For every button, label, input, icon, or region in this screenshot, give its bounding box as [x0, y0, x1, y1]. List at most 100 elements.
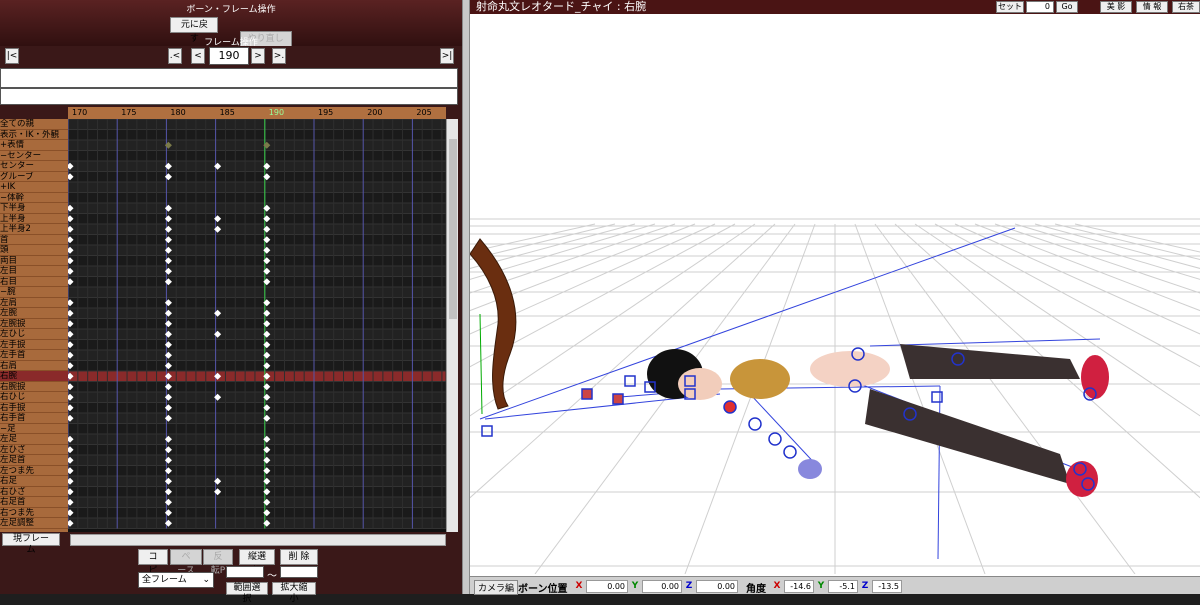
timeline-vscroll[interactable]: [446, 119, 458, 532]
track-row[interactable]: [68, 171, 446, 183]
track-name[interactable]: 首: [0, 235, 68, 245]
track-name[interactable]: 左肩: [0, 298, 68, 308]
vscroll-thumb[interactable]: [449, 139, 457, 319]
track-name[interactable]: 両目: [0, 256, 68, 266]
track-row[interactable]: [68, 496, 446, 508]
go-button[interactable]: Go: [1056, 1, 1078, 13]
track-name[interactable]: 頭: [0, 245, 68, 256]
scene-svg[interactable]: [470, 14, 1200, 574]
track-name[interactable]: 左足首: [0, 455, 68, 466]
first-frame-button[interactable]: |<: [5, 48, 19, 64]
track-name[interactable]: 右手首: [0, 413, 68, 424]
track-name[interactable]: 右肩: [0, 361, 68, 371]
track-name[interactable]: 右足首: [0, 497, 68, 508]
copy-button[interactable]: コピー: [138, 549, 168, 590]
track-name[interactable]: −センター: [0, 151, 68, 161]
track-row[interactable]: [68, 412, 446, 424]
track-row[interactable]: [68, 507, 446, 519]
track-row[interactable]: [68, 370, 446, 382]
ang-y-input[interactable]: -5.1: [828, 580, 858, 593]
track-name[interactable]: −腕: [0, 287, 68, 298]
track-name[interactable]: 右つま先: [0, 508, 68, 518]
current-frame-button[interactable]: 現フレーム: [2, 533, 60, 555]
track-row[interactable]: [68, 119, 446, 130]
track-row[interactable]: [68, 265, 446, 277]
track-row[interactable]: [68, 454, 446, 466]
track-name[interactable]: −体幹: [0, 193, 68, 203]
track-name[interactable]: 右目: [0, 277, 68, 287]
info-button[interactable]: 情 報: [1136, 1, 1168, 13]
frame-number-input[interactable]: 190: [209, 47, 249, 65]
track-name[interactable]: 左手捩: [0, 340, 68, 350]
track-row[interactable]: [68, 213, 446, 225]
reverse-paste-button[interactable]: 反転P: [203, 549, 233, 576]
ang-x-input[interactable]: -14.6: [784, 580, 814, 593]
next-frame-button[interactable]: >: [251, 48, 265, 64]
ang-z-input[interactable]: -13.5: [872, 580, 902, 593]
next-key-button[interactable]: >.: [272, 48, 286, 64]
track-row[interactable]: [68, 234, 446, 246]
vertical-select-button[interactable]: 縦選択: [239, 549, 275, 576]
range-start-input[interactable]: [226, 566, 264, 578]
track-name[interactable]: −足: [0, 424, 68, 434]
delete-button[interactable]: 削 除: [280, 549, 318, 565]
right-button[interactable]: 右茶: [1172, 1, 1200, 13]
track-name[interactable]: 左つま先: [0, 466, 68, 476]
track-row[interactable]: [68, 475, 446, 487]
track-row[interactable]: [68, 486, 446, 498]
panel-splitter[interactable]: [462, 0, 470, 594]
track-row[interactable]: [68, 181, 446, 193]
track-name[interactable]: グルーブ: [0, 172, 68, 182]
track-name[interactable]: 左足: [0, 434, 68, 445]
track-name[interactable]: 左手首: [0, 350, 68, 361]
track-name[interactable]: 左ひじ: [0, 329, 68, 340]
timeline-hscroll[interactable]: [70, 534, 446, 546]
range-dropdown[interactable]: 全フレーム ⌄: [138, 572, 214, 588]
track-name[interactable]: 右ひじ: [0, 392, 68, 403]
pos-y-input[interactable]: 0.00: [642, 580, 682, 593]
last-frame-button[interactable]: >|: [440, 48, 454, 64]
track-name[interactable]: 右腕捩: [0, 382, 68, 392]
track-name[interactable]: 右腕: [0, 371, 68, 382]
track-row[interactable]: [68, 160, 446, 172]
track-row[interactable]: [68, 150, 446, 162]
frame-ruler[interactable]: 170 175 180 185 190 195 200 205: [68, 107, 446, 119]
track-name[interactable]: 左足調整: [0, 518, 68, 529]
track-row[interactable]: [68, 223, 446, 235]
track-name[interactable]: 右ひざ: [0, 487, 68, 497]
track-row[interactable]: [68, 255, 446, 267]
set-value-input[interactable]: 0: [1026, 1, 1054, 13]
track-name[interactable]: 左目: [0, 266, 68, 277]
track-row[interactable]: [68, 444, 446, 456]
keyframe-grid[interactable]: [68, 119, 446, 532]
pos-z-input[interactable]: 0.00: [696, 580, 738, 593]
track-row[interactable]: [68, 517, 446, 529]
model-select-field[interactable]: [0, 68, 458, 88]
track-row[interactable]: [68, 328, 446, 340]
track-row[interactable]: [68, 402, 446, 414]
track-row[interactable]: [68, 360, 446, 372]
track-row[interactable]: [68, 276, 446, 288]
scale-button[interactable]: 拡大縮小: [272, 582, 316, 604]
track-name[interactable]: センター: [0, 161, 68, 172]
track-row[interactable]: [68, 129, 446, 141]
track-name[interactable]: 表示・IK・外観: [0, 130, 68, 140]
track-name[interactable]: 下半身: [0, 203, 68, 214]
3d-viewport[interactable]: [470, 14, 1200, 574]
track-name[interactable]: 右手捩: [0, 403, 68, 413]
track-name[interactable]: +IK: [0, 182, 68, 193]
track-name[interactable]: 全ての親: [0, 119, 68, 130]
track-row[interactable]: [68, 286, 446, 298]
track-row[interactable]: [68, 202, 446, 214]
set-button[interactable]: セット: [996, 1, 1024, 13]
track-row[interactable]: [68, 318, 446, 330]
track-row[interactable]: [68, 381, 446, 393]
paste-button[interactable]: ペースト: [170, 549, 202, 590]
track-row[interactable]: [68, 192, 446, 204]
range-end-input[interactable]: [280, 566, 318, 578]
track-row[interactable]: [68, 297, 446, 309]
prev-frame-button[interactable]: <: [191, 48, 205, 64]
track-row[interactable]: [68, 139, 446, 151]
track-row[interactable]: [68, 339, 446, 351]
track-name[interactable]: 上半身2: [0, 224, 68, 235]
